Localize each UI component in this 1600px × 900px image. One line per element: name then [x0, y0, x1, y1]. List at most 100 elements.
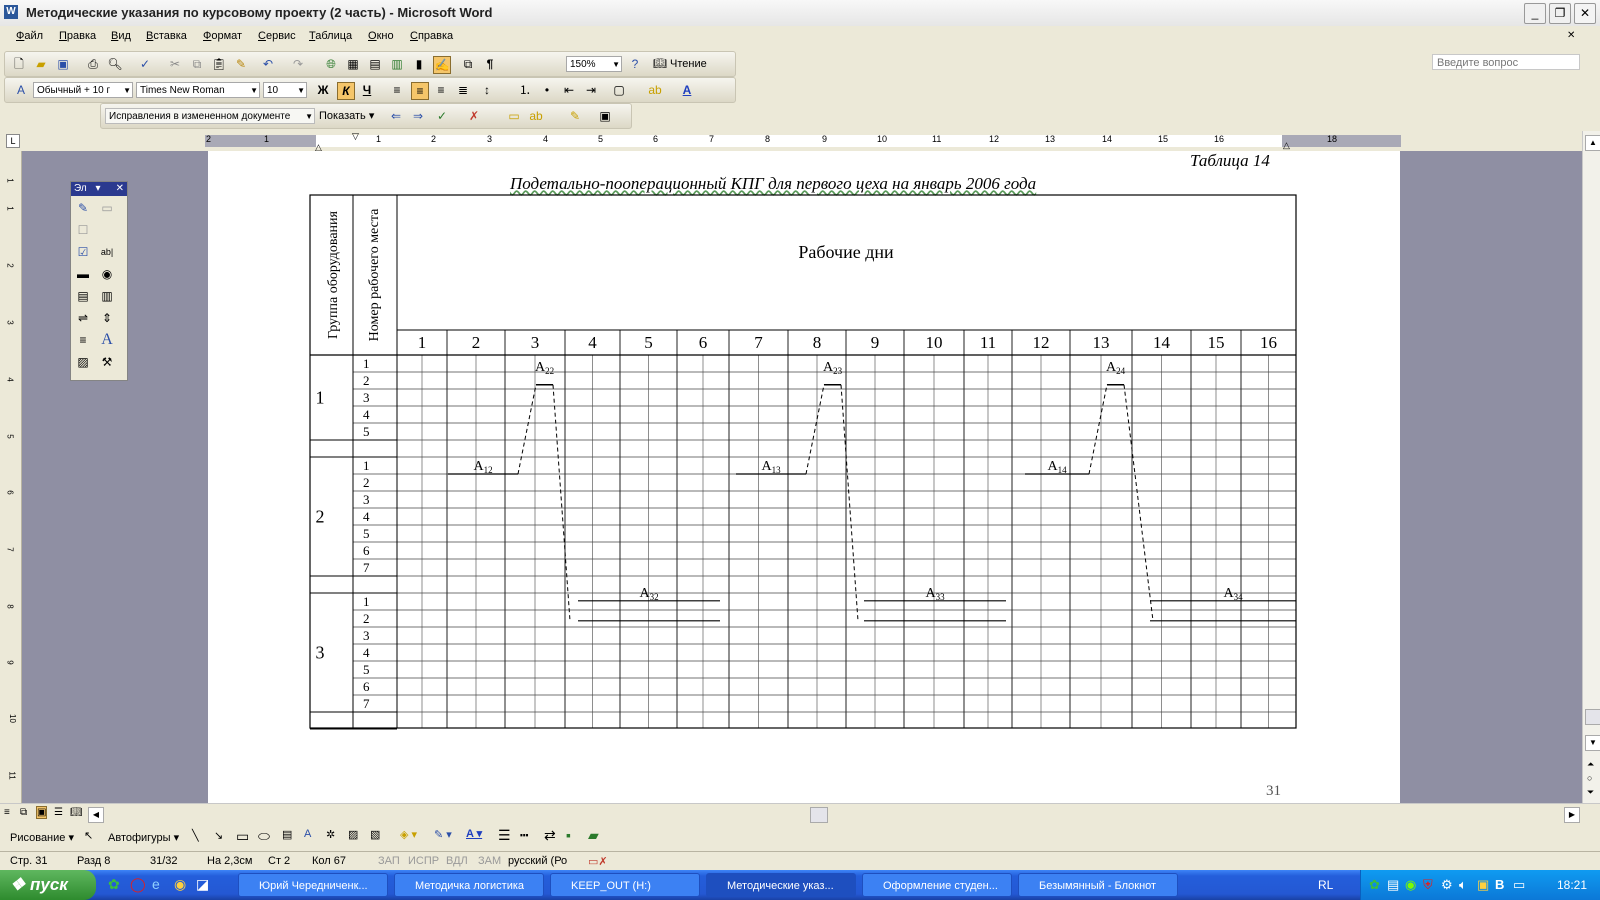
scroll-left-icon[interactable]: ◀ — [88, 807, 104, 823]
status-language[interactable]: русский (Ро — [508, 855, 567, 867]
operation-label-group2: A13 — [761, 459, 781, 475]
status-overtype[interactable]: ЗАМ — [478, 855, 501, 867]
tray-display-icon[interactable]: ▭ — [1513, 877, 1525, 893]
scroll-thumb[interactable] — [1585, 709, 1600, 725]
3d-icon[interactable]: ▰ — [588, 827, 599, 844]
fill-color-icon[interactable]: ◈ ▾ — [400, 828, 417, 841]
workplace-number: 6 — [363, 679, 370, 694]
task-word-guidelines[interactable]: Методические указ... — [706, 873, 856, 897]
status-record[interactable]: ЗАП — [378, 855, 400, 867]
operation-label-group2: A12 — [473, 459, 492, 475]
label-subscript: 22 — [545, 366, 554, 376]
line-color-icon[interactable]: ✎ ▾ — [434, 828, 452, 841]
tray-antivirus-icon[interactable]: ◉ — [1405, 877, 1416, 893]
task-notepad[interactable]: Безымянный - Блокнот — [1018, 873, 1178, 897]
wordart-icon[interactable]: A — [304, 828, 311, 840]
workplace-number: 3 — [363, 492, 370, 507]
task-keep-out-drive[interactable]: KEEP_OUT (H:) — [550, 873, 700, 897]
start-button[interactable]: ❖ пуск — [0, 870, 96, 900]
select-browse-object-icon[interactable]: ○ — [1587, 773, 1592, 783]
column-header-group: Группа оборудования — [326, 210, 341, 339]
quicklaunch-icq-icon[interactable]: ✿ — [108, 876, 120, 893]
normal-view-icon[interactable]: ≡ — [4, 807, 10, 818]
tray-shield-icon[interactable]: ⛨ — [1423, 877, 1433, 893]
transfer-dashed-line — [805, 384, 825, 475]
insert-picture-icon[interactable]: ▧ — [370, 828, 380, 841]
language-indicator[interactable]: RL — [1318, 878, 1333, 892]
clipart-icon[interactable]: ▨ — [348, 828, 358, 841]
next-page-icon[interactable]: ⏷ — [1587, 787, 1594, 798]
arrow-icon[interactable]: ↘ — [214, 829, 223, 842]
workplace-number: 4 — [363, 645, 370, 660]
task-opera[interactable]: Юрий Чередниченк... — [238, 873, 388, 897]
group-label: 2 — [316, 507, 325, 527]
scroll-right-icon[interactable]: ▶ — [1564, 807, 1580, 823]
quicklaunch-explorer-icon[interactable]: ◪ — [196, 876, 209, 893]
day-number: 9 — [871, 333, 880, 352]
diagram-icon[interactable]: ✲ — [326, 828, 335, 841]
workplace-number: 2 — [363, 373, 370, 388]
operation-label-group3: A32 — [639, 586, 658, 602]
task-folder-logistics[interactable]: Методичка логистика — [394, 873, 544, 897]
workplace-number: 6 — [363, 543, 370, 558]
label-subscript: 12 — [484, 465, 493, 475]
transfer-dashed-line — [840, 384, 859, 621]
tray-bluetooth-icon[interactable]: B — [1495, 877, 1504, 892]
quicklaunch-ie-icon[interactable]: e — [152, 876, 160, 892]
status-bar: Стр. 31 Разд 8 31/32 На 2,3см Ст 2 Кол 6… — [0, 851, 1600, 871]
day-number: 3 — [531, 333, 540, 352]
draw-font-color-icon[interactable]: A ▾ — [466, 827, 482, 840]
label-subscript: 34 — [1234, 592, 1244, 602]
web-view-icon[interactable]: ⧉ — [20, 807, 27, 818]
print-layout-icon[interactable]: ▣ — [36, 806, 48, 819]
tray-settings-icon[interactable]: ⚙ — [1441, 877, 1453, 893]
hscroll-thumb[interactable] — [810, 807, 828, 823]
select-objects-icon[interactable]: ↖ — [84, 829, 93, 842]
line-icon[interactable]: ╲ — [192, 829, 199, 842]
operation-label-group1: A23 — [823, 360, 843, 376]
tray-network-icon[interactable]: ▤ — [1387, 877, 1399, 893]
tray-volume-icon[interactable]: 🔈︎ — [1459, 877, 1467, 893]
workplace-number: 4 — [363, 407, 370, 422]
line-style-icon[interactable]: ☰ — [498, 827, 511, 844]
operation-label-group1: A24 — [1106, 360, 1126, 376]
workplace-number: 1 — [363, 356, 370, 371]
page-number: 31 — [1266, 783, 1281, 799]
column-header-days: Рабочие дни — [798, 242, 894, 262]
operation-label-group3: A33 — [925, 586, 945, 602]
quicklaunch-opera-icon[interactable]: ◯ — [130, 876, 146, 893]
day-number: 2 — [472, 333, 481, 352]
textbox-icon[interactable]: ▤ — [282, 828, 292, 841]
task-word-formatting[interactable]: Оформление студен... — [862, 873, 1012, 897]
drawing-toolbar: Рисование ▾ ↖ Автофигуры ▾ ╲ ↘ ▭ ⬭ ▤ A ✲… — [0, 823, 1600, 851]
draw-menu[interactable]: Рисование ▾ — [10, 831, 74, 844]
scroll-down-icon[interactable]: ▼ — [1585, 735, 1600, 751]
spelling-status-icon[interactable]: ▭✗ — [588, 855, 608, 868]
clock: 18:21 — [1557, 878, 1588, 892]
label-subscript: 13 — [772, 465, 782, 475]
outline-view-icon[interactable]: ☰ — [54, 807, 63, 818]
autoshapes-menu[interactable]: Автофигуры ▾ — [108, 831, 179, 844]
day-number: 5 — [644, 333, 653, 352]
workplace-number: 2 — [363, 475, 370, 490]
arrow-style-icon[interactable]: ⇄ — [544, 827, 556, 844]
tray-icq-icon[interactable]: ✿ — [1369, 877, 1380, 893]
horizontal-scrollbar[interactable]: ≡ ⧉ ▣ ☰ 📖︎ ◀ ▶ — [0, 803, 1600, 824]
operation-label-group1: A22 — [535, 360, 554, 376]
day-number: 11 — [980, 333, 996, 352]
reading-view-icon[interactable]: 📖︎ — [70, 807, 83, 818]
oval-icon[interactable]: ⬭ — [258, 828, 270, 845]
status-extend[interactable]: ВДЛ — [446, 855, 468, 867]
dash-style-icon[interactable]: ┅ — [520, 827, 528, 844]
vertical-scrollbar[interactable]: ▲ ▼ ⏶ ○ ⏷ — [1582, 131, 1600, 803]
workplace-number: 1 — [363, 594, 370, 609]
rectangle-icon[interactable]: ▭ — [236, 828, 249, 845]
status-track[interactable]: ИСПР — [408, 855, 439, 867]
scroll-up-icon[interactable]: ▲ — [1585, 135, 1600, 151]
day-number: 10 — [926, 333, 943, 352]
windows-logo-icon: ❖ — [10, 875, 26, 894]
shadow-icon[interactable]: ▪ — [566, 827, 571, 843]
tray-usb-icon[interactable]: ▣ — [1477, 877, 1489, 893]
quicklaunch-chrome-icon[interactable]: ◉ — [174, 876, 186, 893]
previous-page-icon[interactable]: ⏶ — [1587, 759, 1594, 770]
